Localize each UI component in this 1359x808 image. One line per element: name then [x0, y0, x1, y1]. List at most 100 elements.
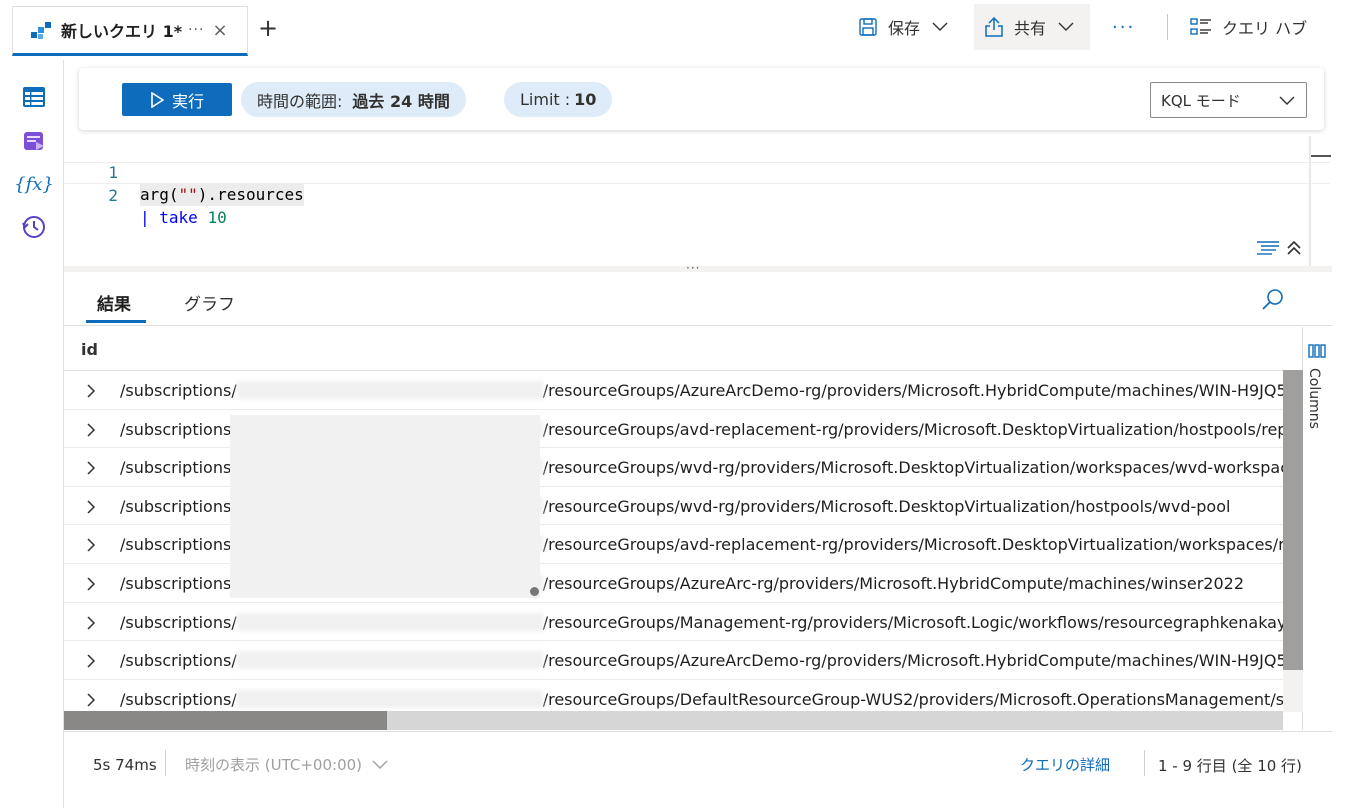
query-hub-label: クエリ ハブ	[1222, 19, 1308, 38]
chevron-right-icon[interactable]	[86, 653, 96, 672]
elapsed-time: 5s 74ms	[93, 756, 157, 774]
id-prefix: /subscriptions/	[120, 496, 237, 516]
column-header-label: id	[81, 340, 98, 359]
resource-graph-icon	[31, 22, 51, 39]
id-cell: /subscriptions/ /resourceGroups/AzureArcD…	[120, 651, 1284, 670]
table-icon[interactable]	[20, 83, 48, 111]
code-token: arg(	[140, 185, 179, 204]
history-icon[interactable]	[20, 213, 48, 241]
redacted-subscription-id	[236, 689, 543, 708]
id-prefix: /subscriptions/	[120, 612, 237, 632]
editor-cursor-marker	[1311, 155, 1331, 157]
active-tab-indicator	[86, 320, 146, 323]
id-suffix: /resourceGroups/avd-replacement-rg/provi…	[542, 535, 1284, 555]
query-tab[interactable]: 新しいクエリ 1* ··· ×	[12, 6, 248, 56]
kql-mode-dropdown[interactable]: KQL モード	[1150, 82, 1307, 118]
search-icon[interactable]	[1261, 288, 1285, 316]
redacted-subscription-id	[236, 651, 543, 670]
query-details-link[interactable]: クエリの詳細	[1020, 754, 1110, 775]
vertical-scroll-thumb[interactable]	[1283, 370, 1303, 670]
chevron-right-icon[interactable]	[86, 422, 96, 441]
chevron-down-icon	[1058, 22, 1074, 31]
share-icon	[985, 16, 1003, 37]
line-number: 2	[108, 186, 118, 205]
toolbar-divider	[1167, 14, 1168, 40]
collapse-editor-icon[interactable]	[1286, 240, 1302, 260]
id-suffix: /resourceGroups/avd-replacement-rg/provi…	[542, 419, 1284, 439]
save-button[interactable]: 保存	[858, 4, 948, 50]
limit-label: Limit :	[520, 90, 571, 109]
chevron-right-icon[interactable]	[86, 615, 96, 634]
tab-more-button[interactable]: ···	[188, 22, 204, 38]
id-prefix: /subscriptions/	[120, 574, 237, 593]
query-explorer-icon[interactable]	[20, 127, 48, 155]
id-prefix: /subscriptions/	[120, 381, 237, 400]
chevron-right-icon[interactable]	[86, 576, 96, 595]
query-editor[interactable]: 1 arg("").resources 2 | take 10	[64, 136, 1332, 266]
horizontal-scroll-thumb[interactable]	[64, 711, 387, 730]
chevron-right-icon[interactable]	[86, 692, 96, 711]
chevron-down-icon	[932, 22, 948, 31]
tab-title: 新しいクエリ 1*	[61, 22, 183, 41]
timezone-dropdown[interactable]: 時刻の表示 (UTC+00:00)	[185, 754, 388, 775]
format-query-icon[interactable]	[1256, 240, 1280, 260]
columns-icon[interactable]	[1308, 344, 1326, 362]
id-suffix: /resourceGroups/AzureArcDemo-rg/provider…	[542, 381, 1284, 400]
id-suffix: /resourceGroups/AzureArc-rg/providers/Mi…	[542, 574, 1244, 593]
id-suffix: /resourceGroups/Management-rg/providers/…	[542, 612, 1284, 632]
tab-results[interactable]: 結果	[97, 290, 131, 315]
limit-value: 10	[574, 90, 597, 109]
code-token: 10	[207, 208, 227, 227]
chevron-down-icon	[372, 760, 388, 769]
id-suffix: /resourceGroups/DefaultResourceGroup-WUS…	[542, 689, 1284, 709]
more-actions-button[interactable]: ···	[1112, 4, 1135, 50]
redacted-region	[230, 415, 540, 598]
redacted-subscription-id	[236, 612, 543, 631]
table-row[interactable]: /subscriptions/ /resourceGroups/Managemen…	[64, 603, 1284, 642]
id-cell: /subscriptions/ /resourceGroups/Managemen…	[120, 612, 1284, 632]
row-count: 1 - 9 行目 (全 10 行)	[1158, 757, 1302, 775]
chevron-right-icon[interactable]	[86, 499, 96, 518]
editor-line[interactable]: 2 | take 10	[64, 162, 1330, 227]
chevron-right-icon[interactable]	[86, 460, 96, 479]
results-tab-bar: 結果 グラフ	[64, 276, 1332, 326]
save-label: 保存	[888, 19, 921, 38]
code-token: ""	[178, 185, 198, 204]
id-suffix: /resourceGroups/AzureArcDemo-rg/provider…	[542, 651, 1284, 671]
time-range-value: 過去 24 時間	[352, 91, 450, 111]
limit-button[interactable]: Limit : 10	[504, 82, 613, 117]
chevron-right-icon[interactable]	[86, 537, 96, 556]
id-cell: /subscriptions/ /resourceGroups/DefaultRe…	[120, 689, 1284, 709]
chevron-down-icon	[1279, 96, 1295, 105]
tab-chart[interactable]: グラフ	[184, 290, 235, 315]
id-prefix: /subscriptions/	[120, 535, 237, 555]
tab-close-button[interactable]: ×	[212, 20, 227, 41]
id-prefix: /subscriptions/	[120, 419, 237, 439]
code-token: |	[140, 208, 160, 227]
id-prefix: /subscriptions/	[120, 651, 237, 671]
time-range-label: 時間の範囲:	[257, 91, 343, 111]
splitter-handle[interactable]: ···	[686, 261, 700, 275]
column-header-id[interactable]: id	[64, 327, 1302, 371]
id-cell: /subscriptions/ /resourceGroups/AzureArcD…	[120, 381, 1284, 400]
share-label: 共有	[1014, 19, 1047, 38]
play-icon	[151, 91, 164, 108]
query-hub-button[interactable]: クエリ ハブ	[1190, 4, 1307, 50]
share-button[interactable]: 共有	[974, 4, 1090, 50]
editor-line[interactable]: 1 arg("").resources	[64, 140, 1330, 206]
chevron-right-icon[interactable]	[86, 383, 96, 402]
query-hub-icon	[1190, 18, 1211, 35]
status-divider	[165, 750, 166, 776]
kql-mode-value: KQL モード	[1161, 91, 1241, 110]
columns-label[interactable]: Columns	[1306, 368, 1322, 429]
redacted-subscription-id	[236, 381, 543, 399]
run-button[interactable]: 実行	[122, 83, 232, 116]
table-row[interactable]: /subscriptions/ /resourceGroups/AzureArcD…	[64, 641, 1284, 680]
table-row[interactable]: /subscriptions/ /resourceGroups/AzureArcD…	[64, 371, 1284, 410]
time-range-button[interactable]: 時間の範囲: 過去 24 時間	[241, 82, 466, 117]
status-divider	[1144, 750, 1145, 776]
function-icon[interactable]: {fx}	[14, 170, 54, 198]
new-tab-button[interactable]: +	[258, 14, 278, 42]
query-toolbar: 実行 時間の範囲: 過去 24 時間 Limit : 10 KQL モード	[79, 68, 1324, 130]
id-prefix: /subscriptions/	[120, 458, 237, 478]
